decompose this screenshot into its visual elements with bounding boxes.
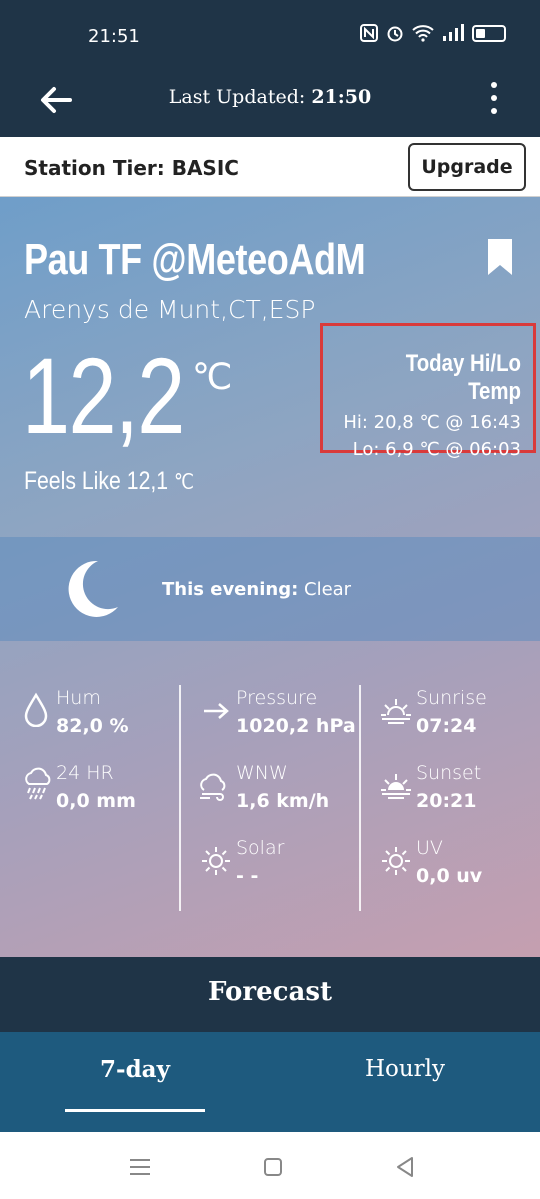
forecast-tabs: 7-day Hourly	[0, 1032, 540, 1132]
humidity-stat: Hum 82,0 %	[22, 687, 182, 747]
tab-7-day[interactable]: 7-day	[0, 1032, 270, 1112]
moon-icon	[68, 560, 118, 617]
system-nav-bar	[0, 1132, 540, 1199]
rain-stat: 24 HR 0,0 mm	[22, 762, 182, 822]
hilo-low: Lo: 6,9 ℃ @ 06:03	[352, 439, 521, 460]
hilo-title: Today Hi/Lo Temp	[405, 350, 521, 405]
nfc-icon	[360, 24, 378, 42]
recent-apps-icon[interactable]	[125, 1152, 155, 1182]
forecast-title: Forecast	[208, 977, 332, 1007]
last-updated: Last Updated: 21:50	[0, 86, 540, 108]
humidity-value: 82,0 %	[56, 715, 129, 737]
humidity-label: Hum	[56, 687, 101, 709]
wind-value: 1,6 km/h	[236, 790, 330, 812]
evening-condition: This evening: Clear	[162, 579, 351, 600]
uv-label: UV	[416, 837, 443, 859]
rain-cloud-icon	[25, 767, 51, 800]
forecast-header: Forecast	[0, 957, 540, 1032]
status-time: 21:51	[88, 26, 140, 47]
solar-label: Solar	[236, 837, 285, 859]
sunrise-value: 07:24	[416, 715, 477, 737]
rain-label: 24 HR	[56, 762, 114, 784]
solar-value: - -	[236, 865, 259, 887]
more-options-icon[interactable]	[488, 78, 500, 118]
active-tab-indicator	[65, 1109, 205, 1112]
uv-stat: UV 0,0 uv	[380, 837, 540, 897]
feels-like: Feels Like 12,1 ℃	[24, 467, 194, 496]
sunset-value: 20:21	[416, 790, 477, 812]
sunset-label: Sunset	[416, 762, 482, 784]
status-bar: 21:51	[0, 0, 540, 66]
bookmark-icon[interactable]	[488, 239, 512, 275]
last-updated-label: Last Updated:	[168, 86, 312, 108]
tier-bar: Station Tier: BASIC Upgrade	[0, 137, 540, 197]
sunset-stat: Sunset 20:21	[380, 762, 540, 822]
alarm-icon	[387, 26, 403, 42]
wifi-icon	[412, 25, 434, 42]
home-icon[interactable]	[258, 1152, 288, 1182]
station-name: Pau TF @MeteoAdM	[24, 235, 366, 284]
wind-stat: WNW 1,6 km/h	[198, 762, 358, 822]
upgrade-button[interactable]: Upgrade	[408, 143, 526, 191]
sunrise-icon	[381, 699, 411, 724]
sunset-icon	[381, 774, 411, 799]
wind-cloud-icon	[200, 773, 226, 801]
condition-strip: This evening: Clear	[0, 537, 540, 641]
signal-icon	[443, 24, 464, 41]
sunrise-label: Sunrise	[416, 687, 487, 709]
wind-label: WNW	[236, 762, 288, 784]
current-temperature: 12,2	[22, 335, 185, 456]
last-updated-time: 21:50	[311, 86, 372, 108]
station-location: Arenys de Munt,CT,ESP	[24, 295, 316, 324]
back-nav-icon[interactable]	[390, 1152, 420, 1182]
evening-label: This evening:	[162, 579, 299, 600]
solar-stat: Solar - -	[200, 837, 360, 897]
sun-icon	[202, 847, 230, 875]
uv-sun-icon	[382, 847, 410, 875]
pressure-label: Pressure	[236, 687, 318, 709]
station-tier-label: Station Tier: BASIC	[24, 156, 239, 180]
current-conditions-panel: Pau TF @MeteoAdM Arenys de Munt,CT,ESP 1…	[0, 197, 540, 957]
arrow-right-icon	[204, 703, 229, 719]
tab-hourly[interactable]: Hourly	[270, 1032, 540, 1112]
pressure-value: 1020,2 hPa	[236, 715, 356, 737]
stats-grid: Hum 82,0 % 24 HR 0,0 mm Pressure 1020,2 …	[0, 685, 540, 915]
battery-icon	[472, 24, 506, 42]
hilo-high: Hi: 20,8 ℃ @ 16:43	[343, 412, 521, 433]
water-drop-icon	[24, 692, 48, 727]
app-bar: Last Updated: 21:50	[0, 66, 540, 137]
temperature-unit: ℃	[192, 357, 233, 398]
rain-value: 0,0 mm	[56, 790, 136, 812]
evening-value: Clear	[298, 579, 352, 600]
pressure-stat: Pressure 1020,2 hPa	[202, 687, 362, 747]
feels-like-unit: ℃	[174, 471, 195, 494]
uv-value: 0,0 uv	[416, 865, 483, 887]
status-icons	[360, 24, 506, 42]
sunrise-stat: Sunrise 07:24	[380, 687, 540, 747]
feels-like-value: Feels Like 12,1	[24, 467, 169, 495]
today-hilo-box: Today Hi/Lo Temp Hi: 20,8 ℃ @ 16:43 Lo: …	[320, 323, 536, 460]
